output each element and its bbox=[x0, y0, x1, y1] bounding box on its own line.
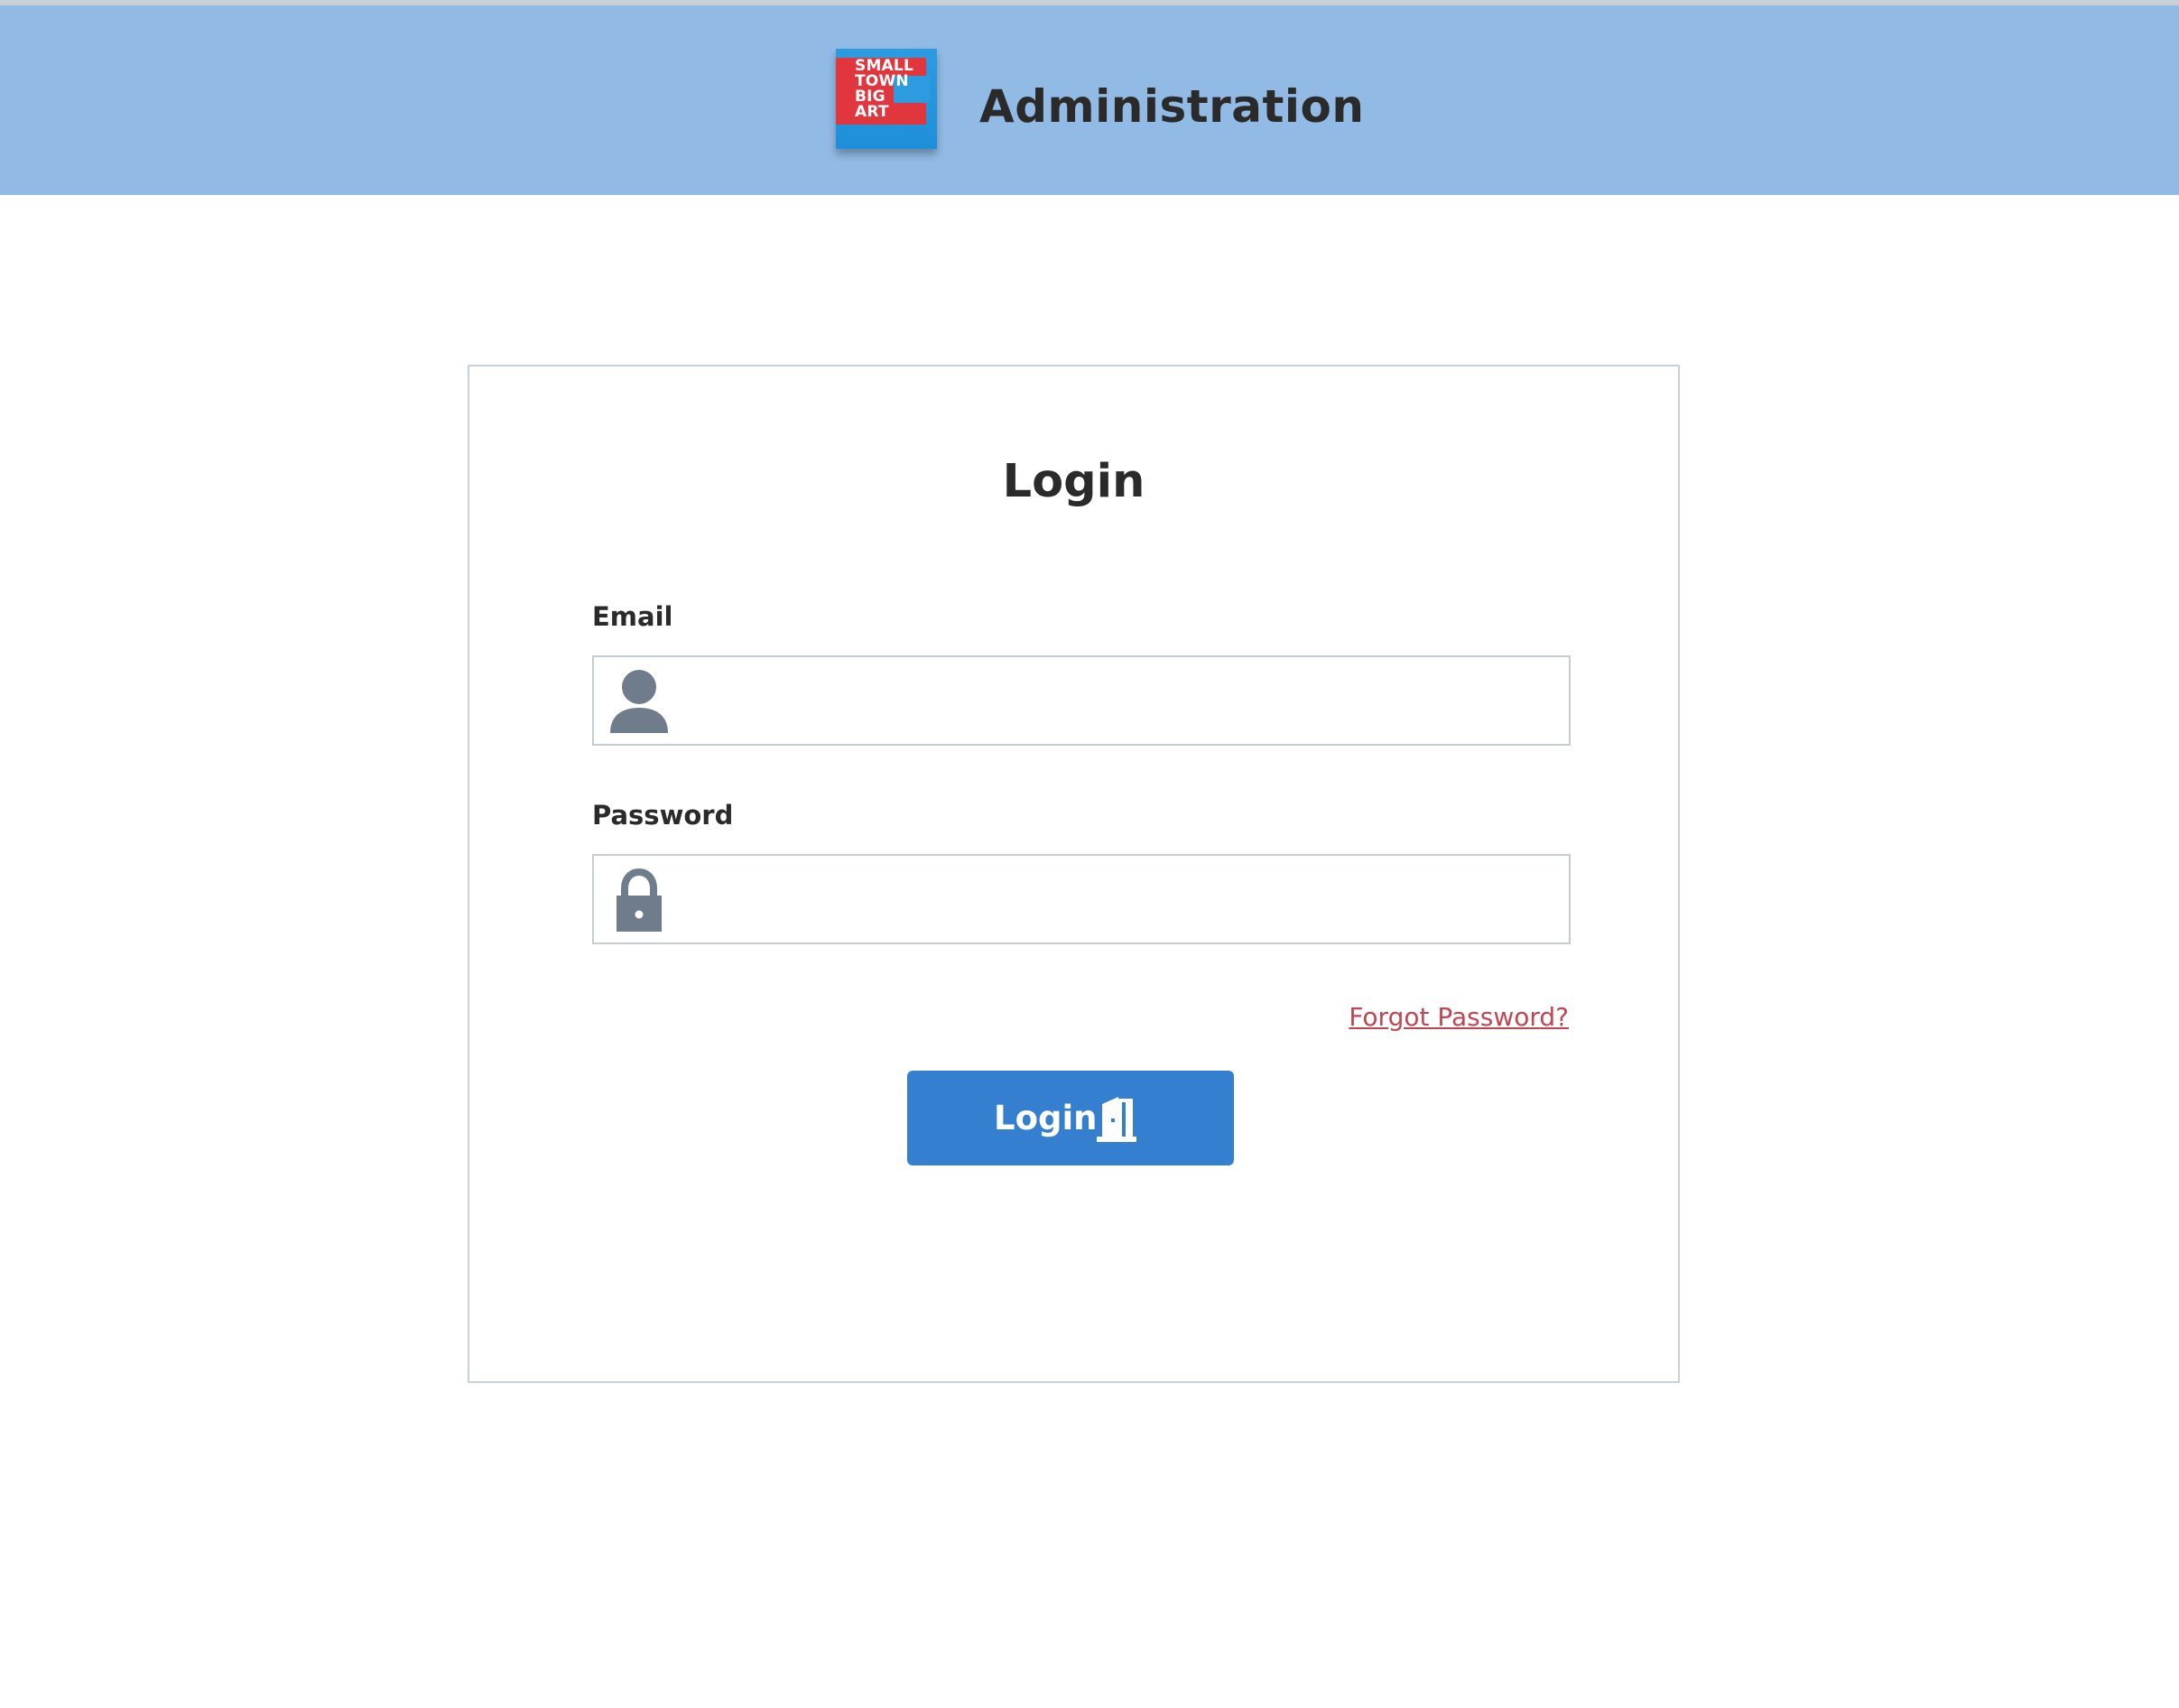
header-bar: SMALL TOWN BIG ART Administration bbox=[0, 5, 2179, 195]
login-button[interactable]: Login bbox=[907, 1071, 1234, 1165]
lock-icon bbox=[617, 868, 662, 932]
email-field[interactable] bbox=[592, 655, 1571, 746]
small-town-big-art-logo: SMALL TOWN BIG ART bbox=[836, 49, 937, 149]
logo-line-4: ART bbox=[855, 103, 889, 121]
header-title: Administration bbox=[979, 80, 1365, 133]
login-title: Login bbox=[1002, 455, 1145, 508]
password-field[interactable] bbox=[592, 854, 1571, 944]
login-card: Login Email Password Forgot Password? Lo… bbox=[468, 365, 1680, 1383]
password-label: Password bbox=[592, 800, 734, 831]
user-icon bbox=[610, 670, 668, 733]
password-input[interactable] bbox=[684, 856, 1563, 944]
door-icon bbox=[1097, 1097, 1136, 1142]
login-button-label: Login bbox=[994, 1099, 1098, 1137]
email-input[interactable] bbox=[684, 657, 1563, 746]
logo-text: SMALL TOWN BIG ART bbox=[855, 59, 913, 120]
forgot-password-link[interactable]: Forgot Password? bbox=[1349, 1002, 1569, 1033]
email-label: Email bbox=[592, 601, 673, 632]
